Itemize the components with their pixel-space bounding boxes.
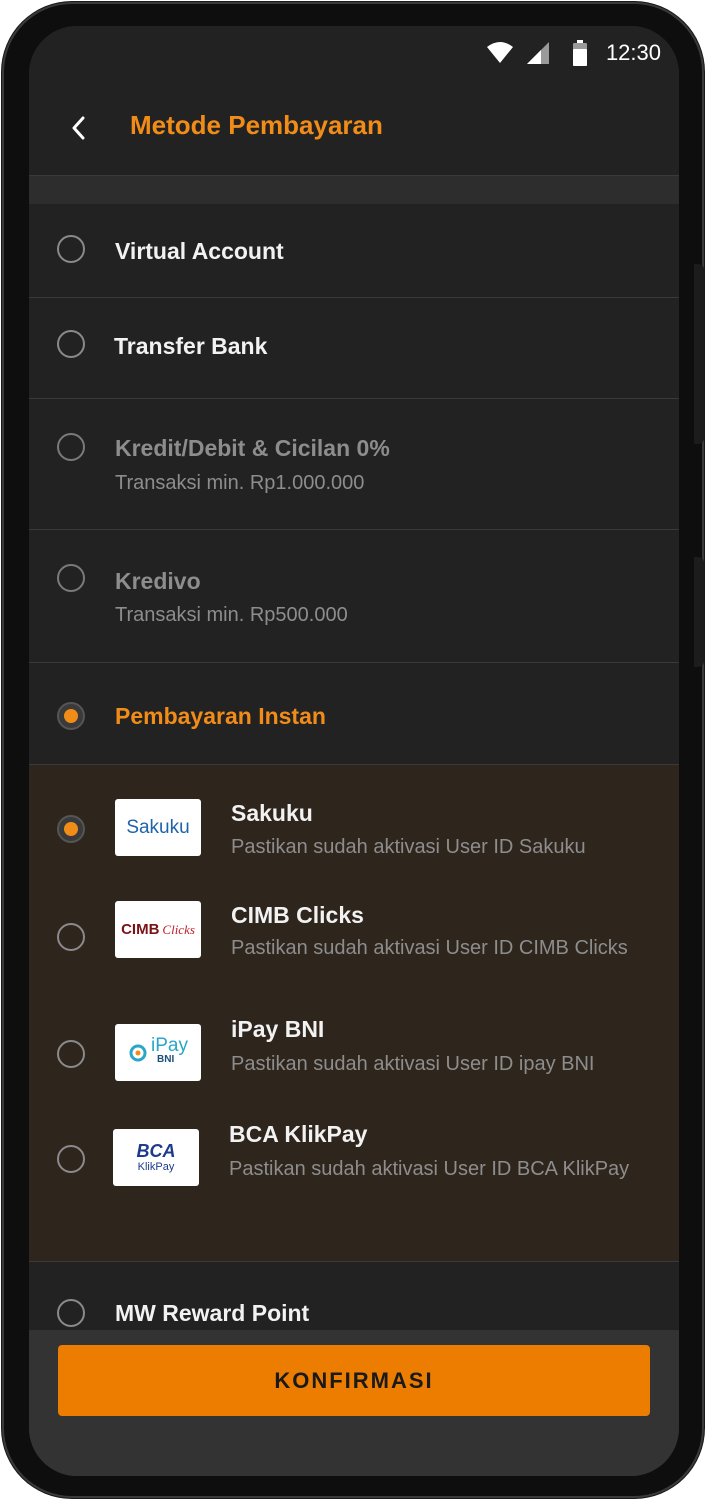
radio-button[interactable]	[57, 235, 85, 263]
chevron-left-icon	[72, 116, 85, 140]
confirm-button[interactable]: KONFIRMASI	[58, 1345, 650, 1416]
logo-text: BCA	[136, 1140, 176, 1161]
power-button	[694, 557, 704, 667]
page-title: Metode Pembayaran	[130, 110, 383, 140]
method-virtual-account[interactable]: Virtual Account	[29, 204, 679, 298]
radio-button-selected[interactable]	[57, 702, 85, 730]
bca-klikpay-logo: BCA KlikPay	[113, 1129, 199, 1186]
screen: 12:30 Metode Pembayaran Virtual Account …	[29, 26, 679, 1476]
app-header: Metode Pembayaran	[29, 82, 679, 176]
status-bar: 12:30	[29, 26, 679, 82]
option-subtitle: Pastikan sudah aktivasi User ID BCA Klik…	[229, 1158, 630, 1180]
option-title: iPay BNI	[231, 1016, 325, 1042]
phone-frame: 12:30 Metode Pembayaran Virtual Account …	[2, 2, 704, 1498]
method-title: Kredit/Debit & Cicilan 0%	[115, 435, 390, 461]
method-title: MW Reward Point	[115, 1300, 310, 1326]
status-time: 12:30	[605, 40, 661, 65]
radio-button[interactable]	[57, 1145, 85, 1173]
radio-button-selected[interactable]	[57, 815, 85, 843]
method-title: Virtual Account	[115, 238, 284, 264]
method-title: Pembayaran Instan	[115, 703, 326, 729]
ipay-bni-logo: iPay BNI	[115, 1024, 201, 1081]
back-button[interactable]	[59, 108, 99, 148]
option-sakuku[interactable]: Sakuku Sakuku Pastikan sudah aktivasi Us…	[29, 793, 679, 883]
section-divider	[29, 176, 679, 204]
instant-options: Sakuku Sakuku Pastikan sudah aktivasi Us…	[29, 765, 679, 1262]
battery-icon	[573, 40, 587, 66]
option-title: Sakuku	[231, 800, 313, 826]
method-title: Transfer Bank	[114, 333, 268, 359]
radio-button[interactable]	[57, 1040, 85, 1068]
logo-text-secondary: BNI	[157, 1053, 175, 1065]
method-subtitle: Transaksi min. Rp500.000	[115, 604, 348, 626]
method-title: Kredivo	[115, 568, 201, 594]
option-bca-klikpay[interactable]: BCA KlikPay BCA KlikPay Pastikan sudah a…	[29, 1121, 679, 1233]
method-pembayaran-instan[interactable]: Pembayaran Instan	[29, 663, 679, 765]
logo-text: Sakuku	[126, 816, 190, 838]
logo-text-secondary: KlikPay	[137, 1160, 175, 1173]
radio-button[interactable]	[57, 564, 85, 592]
wifi-icon	[487, 42, 513, 63]
option-title: CIMB Clicks	[231, 902, 364, 928]
radio-button[interactable]	[57, 433, 85, 461]
method-kredit-debit[interactable]: Kredit/Debit & Cicilan 0% Transaksi min.…	[29, 399, 679, 530]
option-subtitle: Pastikan sudah aktivasi User ID ipay BNI	[231, 1053, 595, 1075]
option-subtitle: Pastikan sudah aktivasi User ID CIMB Cli…	[231, 937, 628, 959]
logo-text-secondary: Clicks	[162, 921, 195, 937]
option-subtitle: Pastikan sudah aktivasi User ID Sakuku	[231, 836, 586, 858]
logo-text: iPay	[151, 1034, 188, 1056]
cimb-clicks-logo: CIMB Clicks	[115, 901, 201, 958]
option-title: BCA KlikPay	[229, 1121, 368, 1147]
sakuku-logo: Sakuku	[115, 799, 201, 856]
bottom-bar: KONFIRMASI	[29, 1330, 679, 1476]
radio-button[interactable]	[57, 1299, 85, 1327]
method-subtitle: Transaksi min. Rp1.000.000	[115, 472, 365, 494]
option-cimb-clicks[interactable]: CIMB Clicks CIMB Clicks Pastikan sudah a…	[29, 895, 679, 1005]
radio-button[interactable]	[57, 923, 85, 951]
method-kredivo[interactable]: Kredivo Transaksi min. Rp500.000	[29, 530, 679, 663]
radio-button[interactable]	[57, 330, 85, 358]
signal-icon	[527, 42, 549, 64]
ipay-swirl-icon	[129, 1044, 147, 1061]
logo-text: CIMB	[121, 921, 160, 938]
status-icons	[487, 40, 587, 68]
payment-method-list: Virtual Account Transfer Bank Kredit/Deb…	[29, 204, 679, 1342]
volume-button	[694, 264, 704, 444]
method-transfer-bank[interactable]: Transfer Bank	[29, 298, 679, 399]
option-ipay-bni[interactable]: iPay BNI iPay BNI Pastikan sudah aktivas…	[29, 1016, 679, 1108]
